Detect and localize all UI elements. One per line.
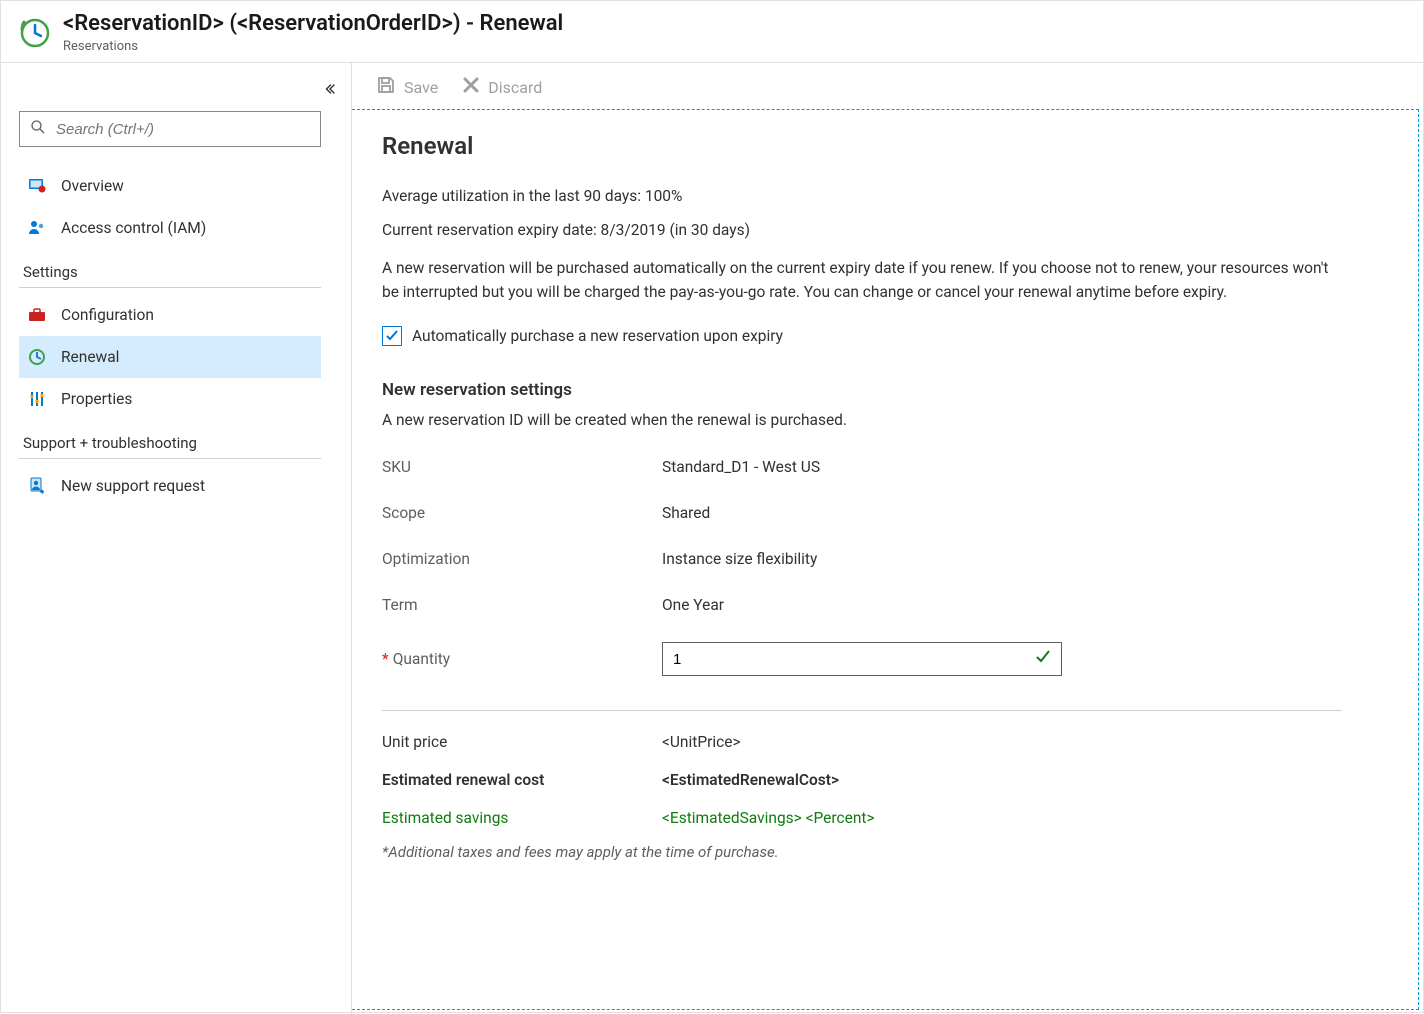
clock-renewal-icon: [27, 347, 47, 367]
term-label: Term: [382, 596, 662, 614]
est-cost-label: Estimated renewal cost: [382, 771, 662, 789]
toolbox-icon: [27, 305, 47, 325]
sidebar: Overview Access control (IAM) Settings C…: [1, 63, 351, 1014]
required-star-icon: *: [382, 650, 389, 668]
page-header: <ReservationID> (<ReservationOrderID>) -…: [1, 1, 1423, 63]
search-icon: [30, 119, 46, 139]
page-title: <ReservationID> (<ReservationOrderID>) -…: [63, 11, 563, 37]
monitor-icon: [27, 176, 47, 196]
sidebar-item-label: Renewal: [61, 348, 119, 366]
discard-button[interactable]: Discard: [462, 76, 542, 98]
sidebar-section-support: Support + troubleshooting: [19, 420, 321, 459]
sidebar-item-configuration[interactable]: Configuration: [19, 294, 321, 336]
quantity-input[interactable]: [662, 642, 1062, 676]
scope-label: Scope: [382, 504, 662, 522]
sidebar-item-support-request[interactable]: New support request: [19, 465, 321, 507]
content-pane: Renewal Average utilization in the last …: [352, 109, 1419, 1010]
close-icon: [462, 76, 480, 98]
new-reservation-settings-header: New reservation settings: [382, 380, 1388, 400]
breadcrumb: Reservations: [63, 39, 563, 54]
expiry-line: Current reservation expiry date: 8/3/201…: [382, 218, 1388, 242]
est-savings-value: <EstimatedSavings> <Percent>: [662, 809, 1102, 827]
save-icon: [376, 75, 396, 99]
sidebar-item-iam[interactable]: Access control (IAM): [19, 207, 321, 249]
section-divider: [382, 710, 1342, 711]
renewal-description: A new reservation will be purchased auto…: [382, 256, 1342, 304]
quantity-field[interactable]: [673, 651, 1035, 668]
save-button[interactable]: Save: [376, 75, 438, 99]
support-person-icon: [27, 476, 47, 496]
sku-value: Standard_D1 - West US: [662, 458, 1102, 476]
sidebar-item-label: Access control (IAM): [61, 219, 206, 237]
optimization-value: Instance size flexibility: [662, 550, 1102, 568]
sidebar-section-settings: Settings: [19, 249, 321, 288]
optimization-label: Optimization: [382, 550, 662, 568]
unit-price-value: <UnitPrice>: [662, 733, 1102, 751]
est-savings-label: Estimated savings: [382, 809, 662, 827]
sidebar-item-label: Properties: [61, 390, 132, 408]
sidebar-item-label: New support request: [61, 477, 205, 495]
sidebar-search[interactable]: [19, 111, 321, 147]
sidebar-item-properties[interactable]: Properties: [19, 378, 321, 420]
unit-price-label: Unit price: [382, 733, 662, 751]
utilization-line: Average utilization in the last 90 days:…: [382, 184, 1388, 208]
sidebar-item-label: Configuration: [61, 306, 154, 324]
tax-footnote: *Additional taxes and fees may apply at …: [382, 843, 1388, 861]
check-valid-icon: [1035, 649, 1051, 669]
command-bar: Save Discard: [352, 63, 1423, 109]
save-label: Save: [404, 78, 438, 97]
discard-label: Discard: [488, 78, 542, 97]
content-title: Renewal: [382, 132, 1388, 160]
sidebar-item-label: Overview: [61, 177, 124, 195]
sku-label: SKU: [382, 458, 662, 476]
sidebar-item-renewal[interactable]: Renewal: [19, 336, 321, 378]
term-value: One Year: [662, 596, 1102, 614]
sidebar-item-overview[interactable]: Overview: [19, 165, 321, 207]
auto-purchase-checkbox[interactable]: Automatically purchase a new reservation…: [382, 326, 1388, 346]
est-cost-value: <EstimatedRenewalCost>: [662, 771, 1102, 789]
new-reservation-settings-sub: A new reservation ID will be created whe…: [382, 408, 1388, 432]
quantity-label: *Quantity: [382, 650, 662, 668]
sliders-icon: [27, 389, 47, 409]
checkbox-checked-icon: [382, 326, 402, 346]
scope-value: Shared: [662, 504, 1102, 522]
auto-purchase-label: Automatically purchase a new reservation…: [412, 327, 783, 345]
collapse-sidebar-icon[interactable]: [323, 82, 337, 100]
search-input[interactable]: [56, 121, 310, 138]
people-icon: [27, 218, 47, 238]
reservation-clock-icon: [19, 17, 51, 49]
